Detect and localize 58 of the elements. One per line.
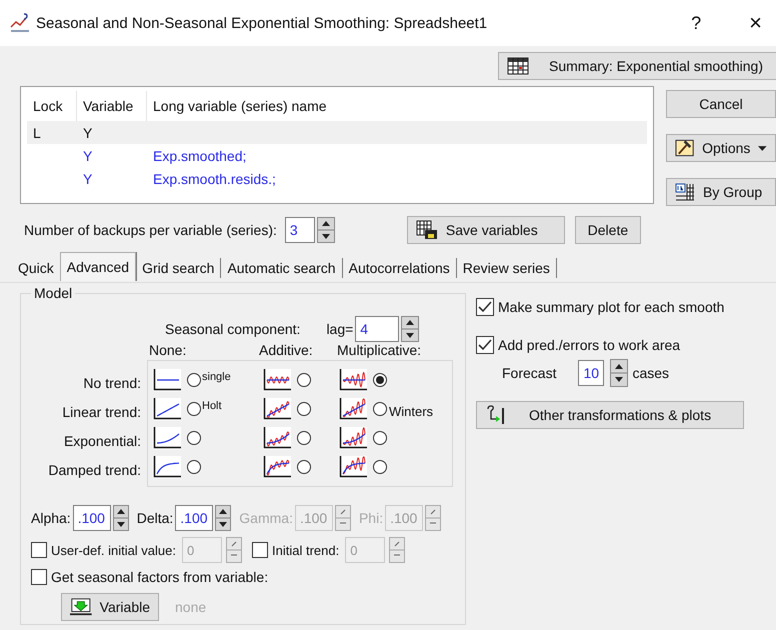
table-row[interactable]: Y Exp.smoothed; [27,144,647,167]
column-label: None: [149,342,188,358]
checkbox-label: Initial trend: [272,542,340,558]
table-cell: Exp.smooth.resids.; [153,170,276,186]
number-field[interactable]: .100 [72,505,111,531]
variable-button[interactable]: Variable [61,593,159,621]
table-row[interactable]: L Y [27,121,647,144]
other-transformations-button[interactable]: Other transformations & plots [476,401,744,429]
radio-label: Holt [202,400,222,412]
forecast-label: Forecast [502,365,556,381]
row-label: Linear trend: [62,403,141,421]
row-label: No trend: [83,374,141,392]
parameter-label: Gamma: [239,510,293,526]
tab[interactable]: Advanced [60,252,136,281]
table-cell: Y [83,124,92,140]
delete-button[interactable]: Delete [574,216,641,244]
lag-label: lag= [326,321,354,337]
tab[interactable]: Quick [12,258,60,278]
close-button[interactable]: × [745,10,766,36]
window-title: Seasonal and Non-Seasonal Exponential Smoothing: Spreadsheet1 [36,14,488,32]
group-title: Model [31,285,76,301]
column-header: Long variable (series) name [152,97,328,116]
options-button[interactable]: Options [666,134,776,162]
parameter-label: Phi: [358,510,384,526]
parameter-label: Delta: [136,510,174,526]
help-button[interactable]: ? [687,12,706,34]
by-group-button[interactable]: By Group [666,178,776,206]
table-cell: Y [83,170,92,186]
summary-button[interactable]: Summary: Exponential smoothing) [498,52,776,80]
backups-label: Number of backups per variable (series): [24,222,277,238]
variable-value: none [175,599,206,615]
row-label: Exponential: [64,432,141,450]
column-label: Additive: [259,342,314,358]
cases-label: cases [632,365,670,381]
tab[interactable]: Autocorrelations [342,258,457,278]
tab[interactable]: Automatic search [221,258,343,278]
row-label: Damped trend: [48,461,141,479]
number-field[interactable]: 10 [578,360,604,386]
column-label: Multiplicative: [337,342,422,358]
table-cell: Y [83,148,92,164]
checkbox-label: User-def. initial value: [51,542,176,558]
checkbox-label: Make summary plot for each smooth [498,299,724,315]
parameter-label: Alpha: [31,510,71,526]
checkbox-label: Add pred./errors to work area [498,337,680,353]
checkbox-label: Get seasonal factors from variable: [51,569,268,585]
table-cell: Exp.smoothed; [153,148,246,164]
radio-label: single [202,371,231,383]
table-cell: L [33,124,41,140]
save-variables-button[interactable]: Save variables [406,216,565,244]
number-field[interactable]: 3 [284,217,315,243]
number-field[interactable]: 4 [355,316,400,342]
table-row[interactable]: Y Exp.smooth.resids.; [27,167,647,190]
tab[interactable]: Review series [456,258,557,278]
seasonal-label: Seasonal component: [165,321,300,337]
radio-label: Winters [389,404,434,419]
tab[interactable]: Grid search [136,258,222,278]
cancel-button[interactable]: Cancel [666,90,776,118]
number-field[interactable]: .100 [175,505,214,531]
